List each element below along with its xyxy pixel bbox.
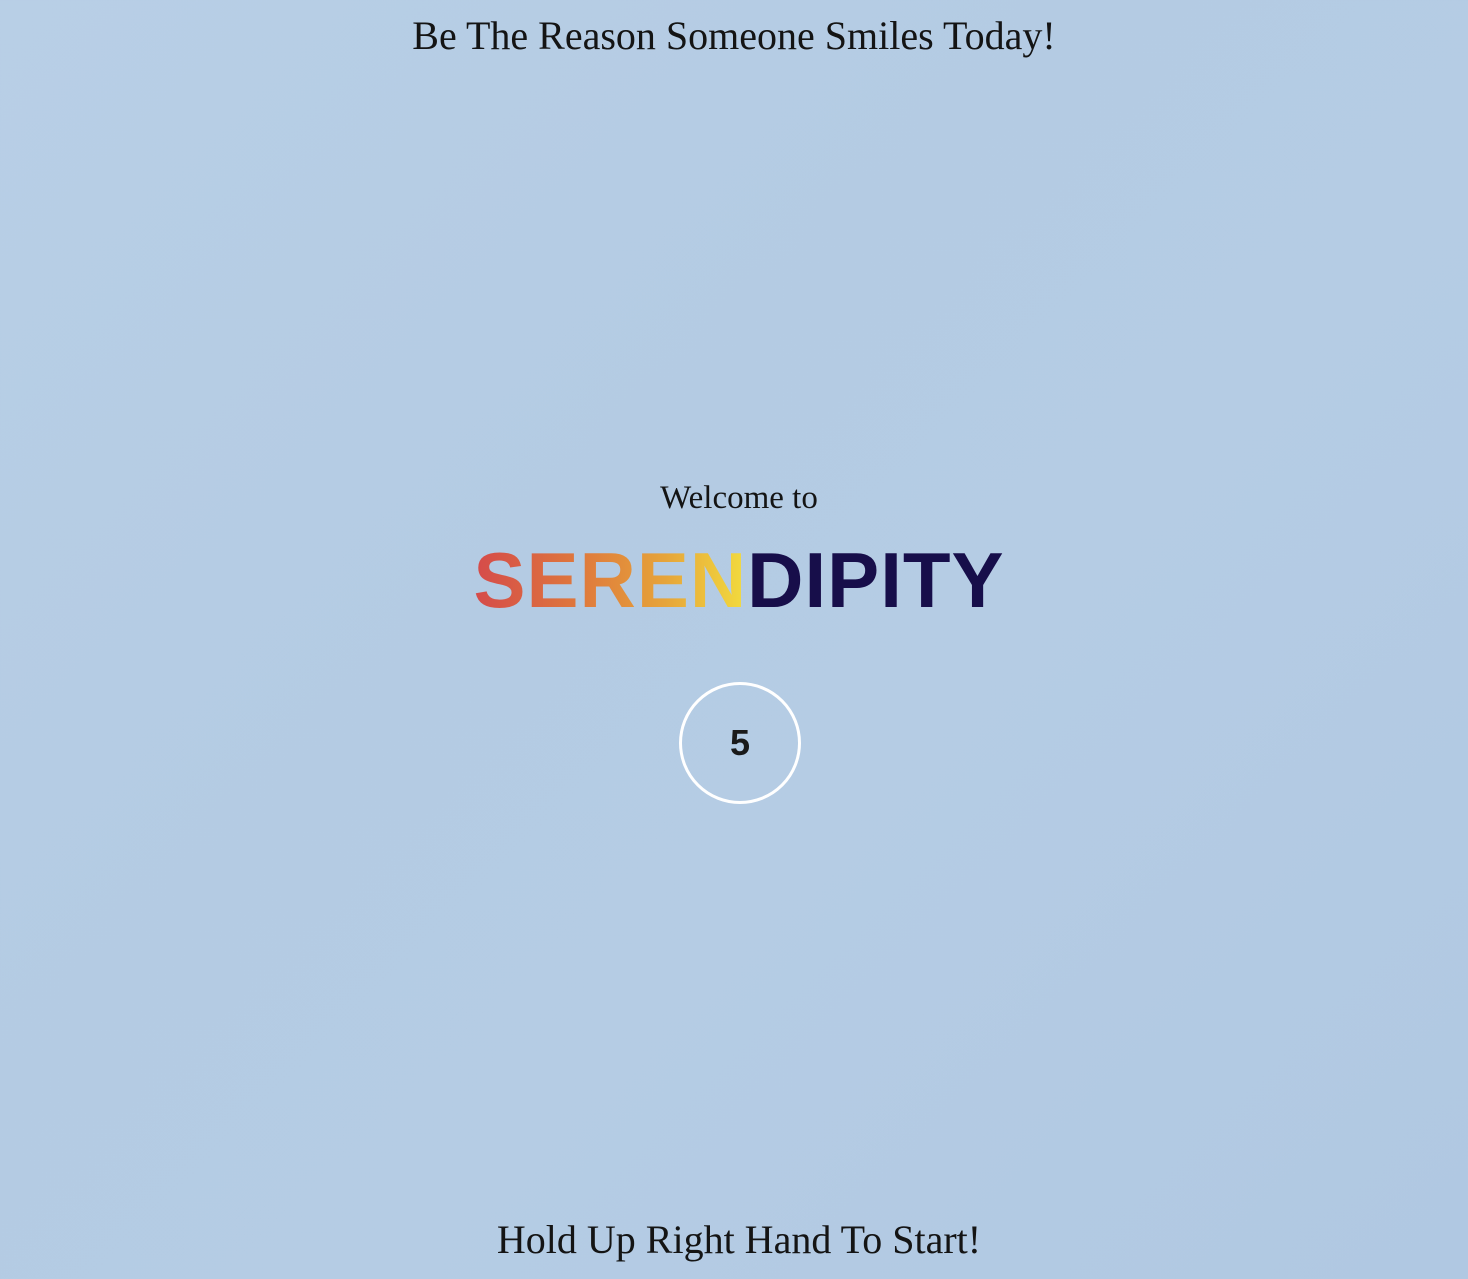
countdown-timer: 5 bbox=[679, 682, 801, 804]
start-instruction: Hold Up Right Hand To Start! bbox=[496, 1217, 982, 1262]
countdown-value: 5 bbox=[729, 722, 751, 763]
brand-title-dark-part: DIPITY bbox=[747, 536, 1005, 624]
brand-title: SERENDIPITY bbox=[0, 535, 1468, 625]
brand-title-colored-part: SEREN bbox=[473, 536, 748, 624]
top-tagline: Be The Reason Someone Smiles Today! bbox=[412, 13, 1056, 58]
welcome-text: Welcome to bbox=[660, 480, 818, 516]
